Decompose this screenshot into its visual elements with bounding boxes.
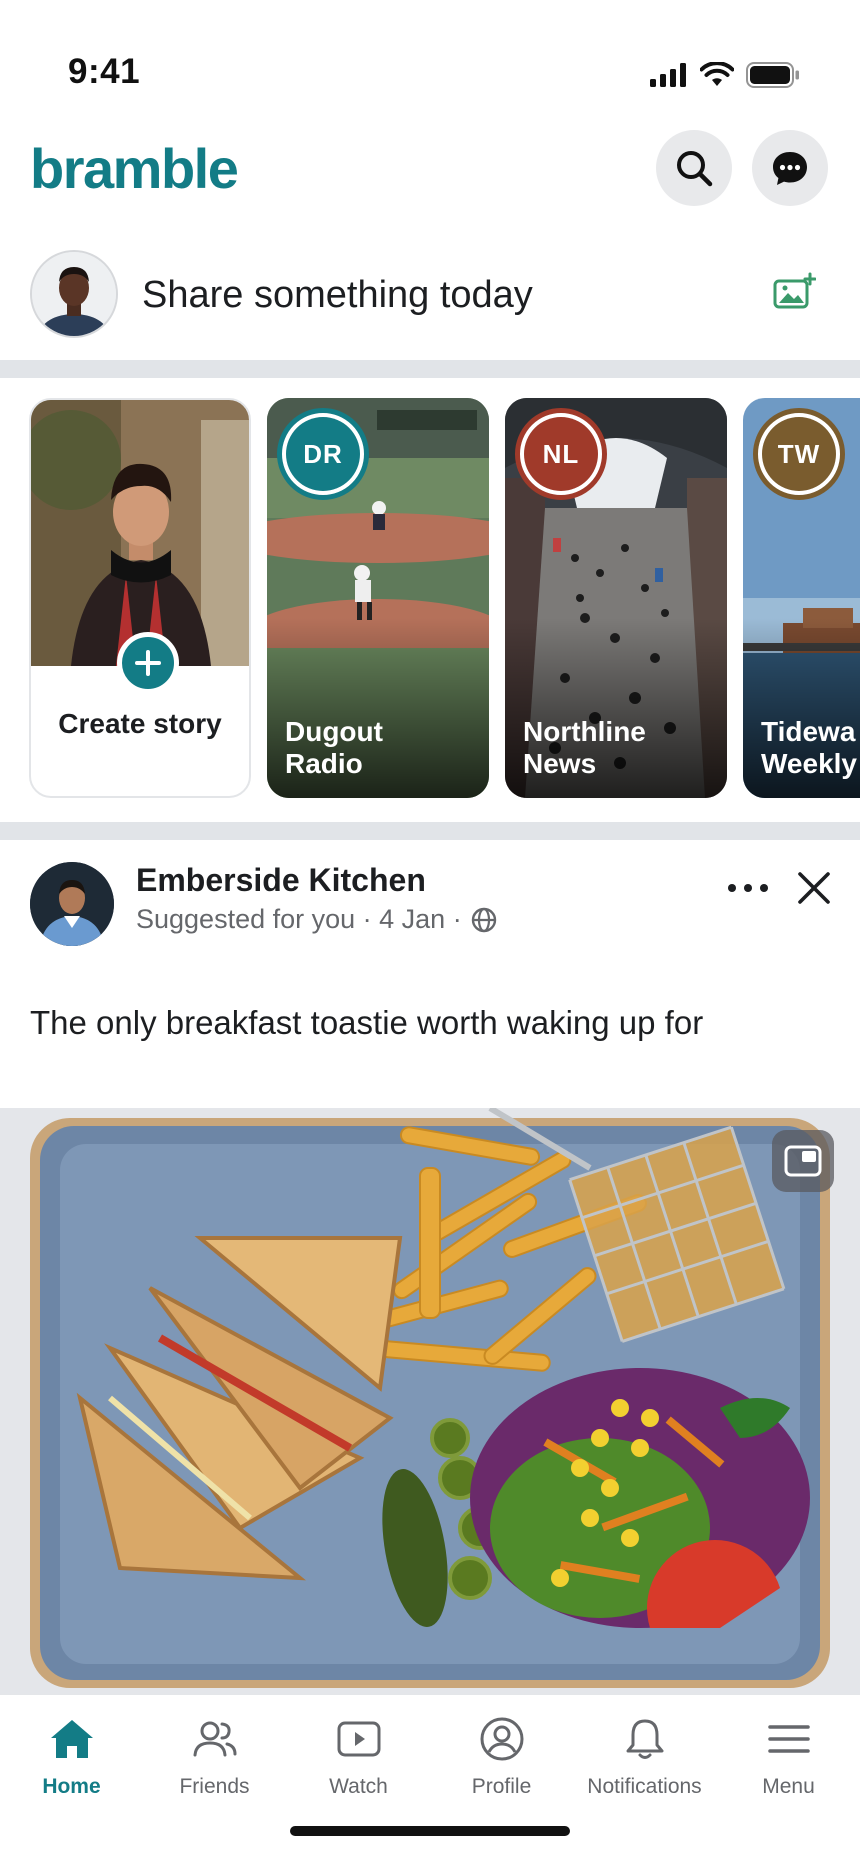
- signal-icon: [650, 63, 686, 87]
- app-header: bramble: [0, 120, 860, 224]
- picture-in-picture-button[interactable]: [772, 1130, 834, 1192]
- wifi-icon: [700, 62, 734, 86]
- post-author-avatar[interactable]: [30, 862, 114, 946]
- chat-bubble-icon: [773, 152, 807, 185]
- post-composer[interactable]: Share something today: [0, 246, 860, 356]
- tab-label: Home: [42, 1775, 101, 1798]
- plus-icon: [135, 650, 161, 676]
- author-avatar-image: [30, 862, 114, 946]
- tab-label: Notifications: [587, 1775, 702, 1798]
- create-story-card[interactable]: Create story: [29, 398, 251, 798]
- section-divider: [0, 822, 860, 840]
- tab-label: Friends: [179, 1775, 250, 1798]
- story-card-dugout-radio[interactable]: DR Dugout Radio: [267, 398, 489, 798]
- status-bar: 9:41: [0, 0, 860, 110]
- composer-placeholder[interactable]: Share something today: [142, 274, 533, 317]
- tab-notifications[interactable]: Notifications: [573, 1709, 716, 1799]
- close-icon: [798, 872, 830, 904]
- post-text: The only breakfast toastie worth waking …: [30, 1004, 704, 1041]
- section-divider: [0, 360, 860, 378]
- avatar-image: [32, 252, 116, 336]
- status-time: 9:41: [68, 52, 141, 91]
- story-card-northline-news[interactable]: NL Northline News: [505, 398, 727, 798]
- photo-add-icon: [773, 272, 817, 309]
- post-author-name[interactable]: Emberside Kitchen: [136, 862, 426, 899]
- messenger-button[interactable]: [752, 130, 828, 206]
- home-indicator[interactable]: [290, 1826, 570, 1836]
- post-meta-text: Suggested for you · 4 Jan ·: [136, 904, 462, 934]
- story-card-tidewater-weekly[interactable]: TW Tidewa Weekly: [743, 398, 860, 798]
- pip-icon: [784, 1145, 822, 1177]
- post-options-button[interactable]: [726, 880, 770, 901]
- post-meta: Suggested for you · 4 Jan ·: [136, 904, 498, 935]
- app-logo[interactable]: bramble: [30, 136, 239, 201]
- tab-menu[interactable]: Menu: [717, 1709, 860, 1799]
- story-avatar-badge: DR: [286, 417, 360, 491]
- story-name: Northline News: [523, 716, 646, 779]
- food-photo: [0, 1108, 860, 1696]
- search-icon: [677, 151, 713, 187]
- home-icon: [50, 1720, 93, 1758]
- search-button[interactable]: [656, 130, 732, 206]
- my-avatar[interactable]: [30, 250, 118, 338]
- more-horizontal-icon: [728, 884, 768, 892]
- tab-label: Profile: [471, 1775, 532, 1798]
- story-avatar: DR: [277, 408, 369, 500]
- tab-label: Watch: [329, 1775, 388, 1798]
- tab-friends[interactable]: Friends: [143, 1709, 286, 1799]
- friends-icon: [193, 1721, 236, 1757]
- globe-icon: [471, 907, 496, 932]
- story-avatar: TW: [753, 408, 845, 500]
- stories-tray[interactable]: Create story DR Dugout Radio NL Northlin…: [0, 380, 860, 820]
- hide-post-button[interactable]: [796, 870, 832, 911]
- menu-icon: [767, 1725, 810, 1753]
- tab-home[interactable]: Home: [0, 1709, 143, 1799]
- post-image[interactable]: [0, 1108, 860, 1696]
- profile-icon: [480, 1717, 523, 1761]
- tab-watch[interactable]: Watch: [287, 1709, 430, 1799]
- create-story-plus-button[interactable]: [117, 632, 179, 694]
- status-icons: [650, 62, 800, 88]
- bottom-tab-bar: Home Friends Watch Profile Notifications…: [0, 1694, 860, 1864]
- bell-icon: [626, 1719, 663, 1759]
- story-avatar-badge: NL: [524, 417, 598, 491]
- story-avatar-badge: TW: [762, 417, 836, 491]
- create-story-photo: [31, 400, 249, 666]
- tab-label: Menu: [762, 1775, 815, 1798]
- add-photo-button[interactable]: [772, 272, 817, 317]
- create-story-label: Create story: [58, 708, 222, 739]
- story-avatar: NL: [515, 408, 607, 500]
- story-name: Tidewa Weekly: [761, 716, 857, 779]
- story-name: Dugout Radio: [285, 716, 383, 779]
- battery-icon: [746, 62, 799, 88]
- tab-profile[interactable]: Profile: [430, 1709, 573, 1799]
- watch-icon: [337, 1721, 380, 1757]
